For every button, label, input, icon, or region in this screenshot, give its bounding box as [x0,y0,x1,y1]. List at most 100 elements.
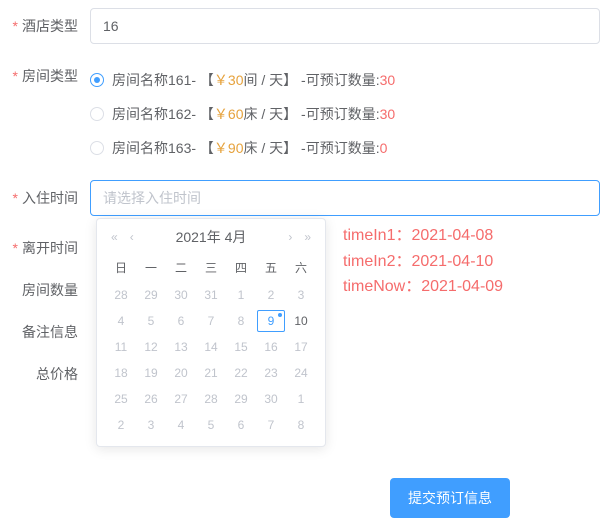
checkin-label: 入住时间 [10,188,90,208]
room-text: 房间名称163 - 【 ￥90 床 / 天 】 - 可预订数量: 0 [112,138,387,158]
calendar-dow: 六 [287,255,315,280]
calendar-day[interactable]: 6 [227,414,255,436]
month-next-icon[interactable]: › [284,230,296,244]
hotel-type-label: 酒店类型 [10,16,90,36]
radio-icon [90,107,104,121]
avail-label: 可预订数量: [306,138,380,158]
room-text: 房间名称162 - 【 ￥60 床 / 天 】 - 可预订数量: 30 [112,104,395,124]
bracket-open: - 【 [191,138,214,158]
calendar-day[interactable]: 20 [167,362,195,384]
checkout-label: 离开时间 [10,238,90,258]
calendar-day[interactable]: 10 [287,310,315,332]
bracket-close: 】 - [283,104,306,124]
checkin-row: 入住时间 [10,180,600,216]
bracket-close: 】 - [283,70,306,90]
calendar-header: « ‹ 2021年 4月 › » [107,227,315,247]
room-price: ￥30 [214,70,244,90]
calendar-dow: 四 [227,255,255,280]
year-next-icon[interactable]: » [300,230,315,244]
overlay-line-1: timeIn1：2021-04-08 [343,223,503,249]
month-prev-icon[interactable]: ‹ [126,230,138,244]
room-price: ￥60 [214,104,244,124]
room-radio-item[interactable]: 房间名称163 - 【 ￥90 床 / 天 】 - 可预订数量: 0 [90,138,395,158]
submit-row: 提交预订信息 [390,478,600,518]
calendar-day[interactable]: 6 [167,310,195,332]
checkin-input[interactable] [90,180,600,216]
calendar-day[interactable]: 18 [107,362,135,384]
room-radio-item[interactable]: 房间名称161 - 【 ￥30 间 / 天 】 - 可预订数量: 30 [90,70,395,90]
hotel-type-row: 酒店类型 [10,8,600,44]
calendar-day[interactable]: 7 [257,414,285,436]
avail-label: 可预订数量: [306,104,380,124]
calendar-day[interactable]: 2 [107,414,135,436]
calendar-day[interactable]: 30 [167,284,195,306]
room-type-label: 房间类型 [10,66,90,86]
avail-label: 可预订数量: [306,70,380,90]
room-radio-item[interactable]: 房间名称162 - 【 ￥60 床 / 天 】 - 可预订数量: 30 [90,104,395,124]
bracket-close: 】 - [283,138,306,158]
avail-qty: 30 [380,72,396,88]
hotel-type-input[interactable] [90,8,600,44]
overlay-line-3: timeNow：2021-04-09 [343,274,503,300]
avail-qty: 30 [380,106,396,122]
calendar-day[interactable]: 2 [257,284,285,306]
bracket-open: - 【 [191,70,214,90]
calendar-day[interactable]: 30 [257,388,285,410]
calendar-day[interactable]: 7 [197,310,225,332]
calendar-grid: 日一二三四五六282930311234567891011121314151617… [107,255,315,436]
radio-icon [90,73,104,87]
room-price: ￥90 [214,138,244,158]
calendar-dow: 二 [167,255,195,280]
bracket-open: - 【 [191,104,214,124]
calendar-day[interactable]: 15 [227,336,255,358]
calendar-day[interactable]: 29 [137,284,165,306]
calendar-day[interactable]: 31 [197,284,225,306]
total-label: 总价格 [10,364,90,384]
calendar-day[interactable]: 4 [167,414,195,436]
calendar-day[interactable]: 29 [227,388,255,410]
calendar-day[interactable]: 11 [107,336,135,358]
overlay-line-2: timeIn2：2021-04-10 [343,249,503,275]
room-name: 房间名称161 [112,70,191,90]
calendar-day[interactable]: 26 [137,388,165,410]
debug-overlay: timeIn1：2021-04-08 timeIn2：2021-04-10 ti… [343,223,503,300]
room-name: 房间名称163 [112,138,191,158]
calendar-day[interactable]: 9 [257,310,285,332]
submit-button[interactable]: 提交预订信息 [390,478,510,518]
calendar-day[interactable]: 23 [257,362,285,384]
calendar-day[interactable]: 4 [107,310,135,332]
calendar-day[interactable]: 24 [287,362,315,384]
calendar-day[interactable]: 21 [197,362,225,384]
year-prev-icon[interactable]: « [107,230,122,244]
room-unit: 床 / 天 [244,138,284,158]
calendar-day[interactable]: 19 [137,362,165,384]
calendar-day[interactable]: 5 [197,414,225,436]
calendar-day[interactable]: 25 [107,388,135,410]
calendar-day[interactable]: 1 [227,284,255,306]
room-text: 房间名称161 - 【 ￥30 间 / 天 】 - 可预订数量: 30 [112,70,395,90]
calendar-day[interactable]: 14 [197,336,225,358]
avail-qty: 0 [380,140,388,156]
calendar-day[interactable]: 16 [257,336,285,358]
room-type-radios: 房间名称161 - 【 ￥30 间 / 天 】 - 可预订数量: 30房间名称1… [90,66,395,158]
calendar-day[interactable]: 13 [167,336,195,358]
calendar-day[interactable]: 3 [137,414,165,436]
calendar-day[interactable]: 17 [287,336,315,358]
calendar-day[interactable]: 28 [197,388,225,410]
calendar-dow: 五 [257,255,285,280]
radio-icon [90,141,104,155]
calendar-day[interactable]: 1 [287,388,315,410]
calendar-day[interactable]: 5 [137,310,165,332]
remarks-label: 备注信息 [10,322,90,342]
calendar-dow: 三 [197,255,225,280]
calendar-day[interactable]: 12 [137,336,165,358]
room-type-row: 房间类型 房间名称161 - 【 ￥30 间 / 天 】 - 可预订数量: 30… [10,66,600,158]
calendar-dow: 一 [137,255,165,280]
calendar-day[interactable]: 28 [107,284,135,306]
calendar-day[interactable]: 3 [287,284,315,306]
calendar-day[interactable]: 8 [227,310,255,332]
calendar-day[interactable]: 8 [287,414,315,436]
calendar-dow: 日 [107,255,135,280]
calendar-day[interactable]: 27 [167,388,195,410]
calendar-day[interactable]: 22 [227,362,255,384]
